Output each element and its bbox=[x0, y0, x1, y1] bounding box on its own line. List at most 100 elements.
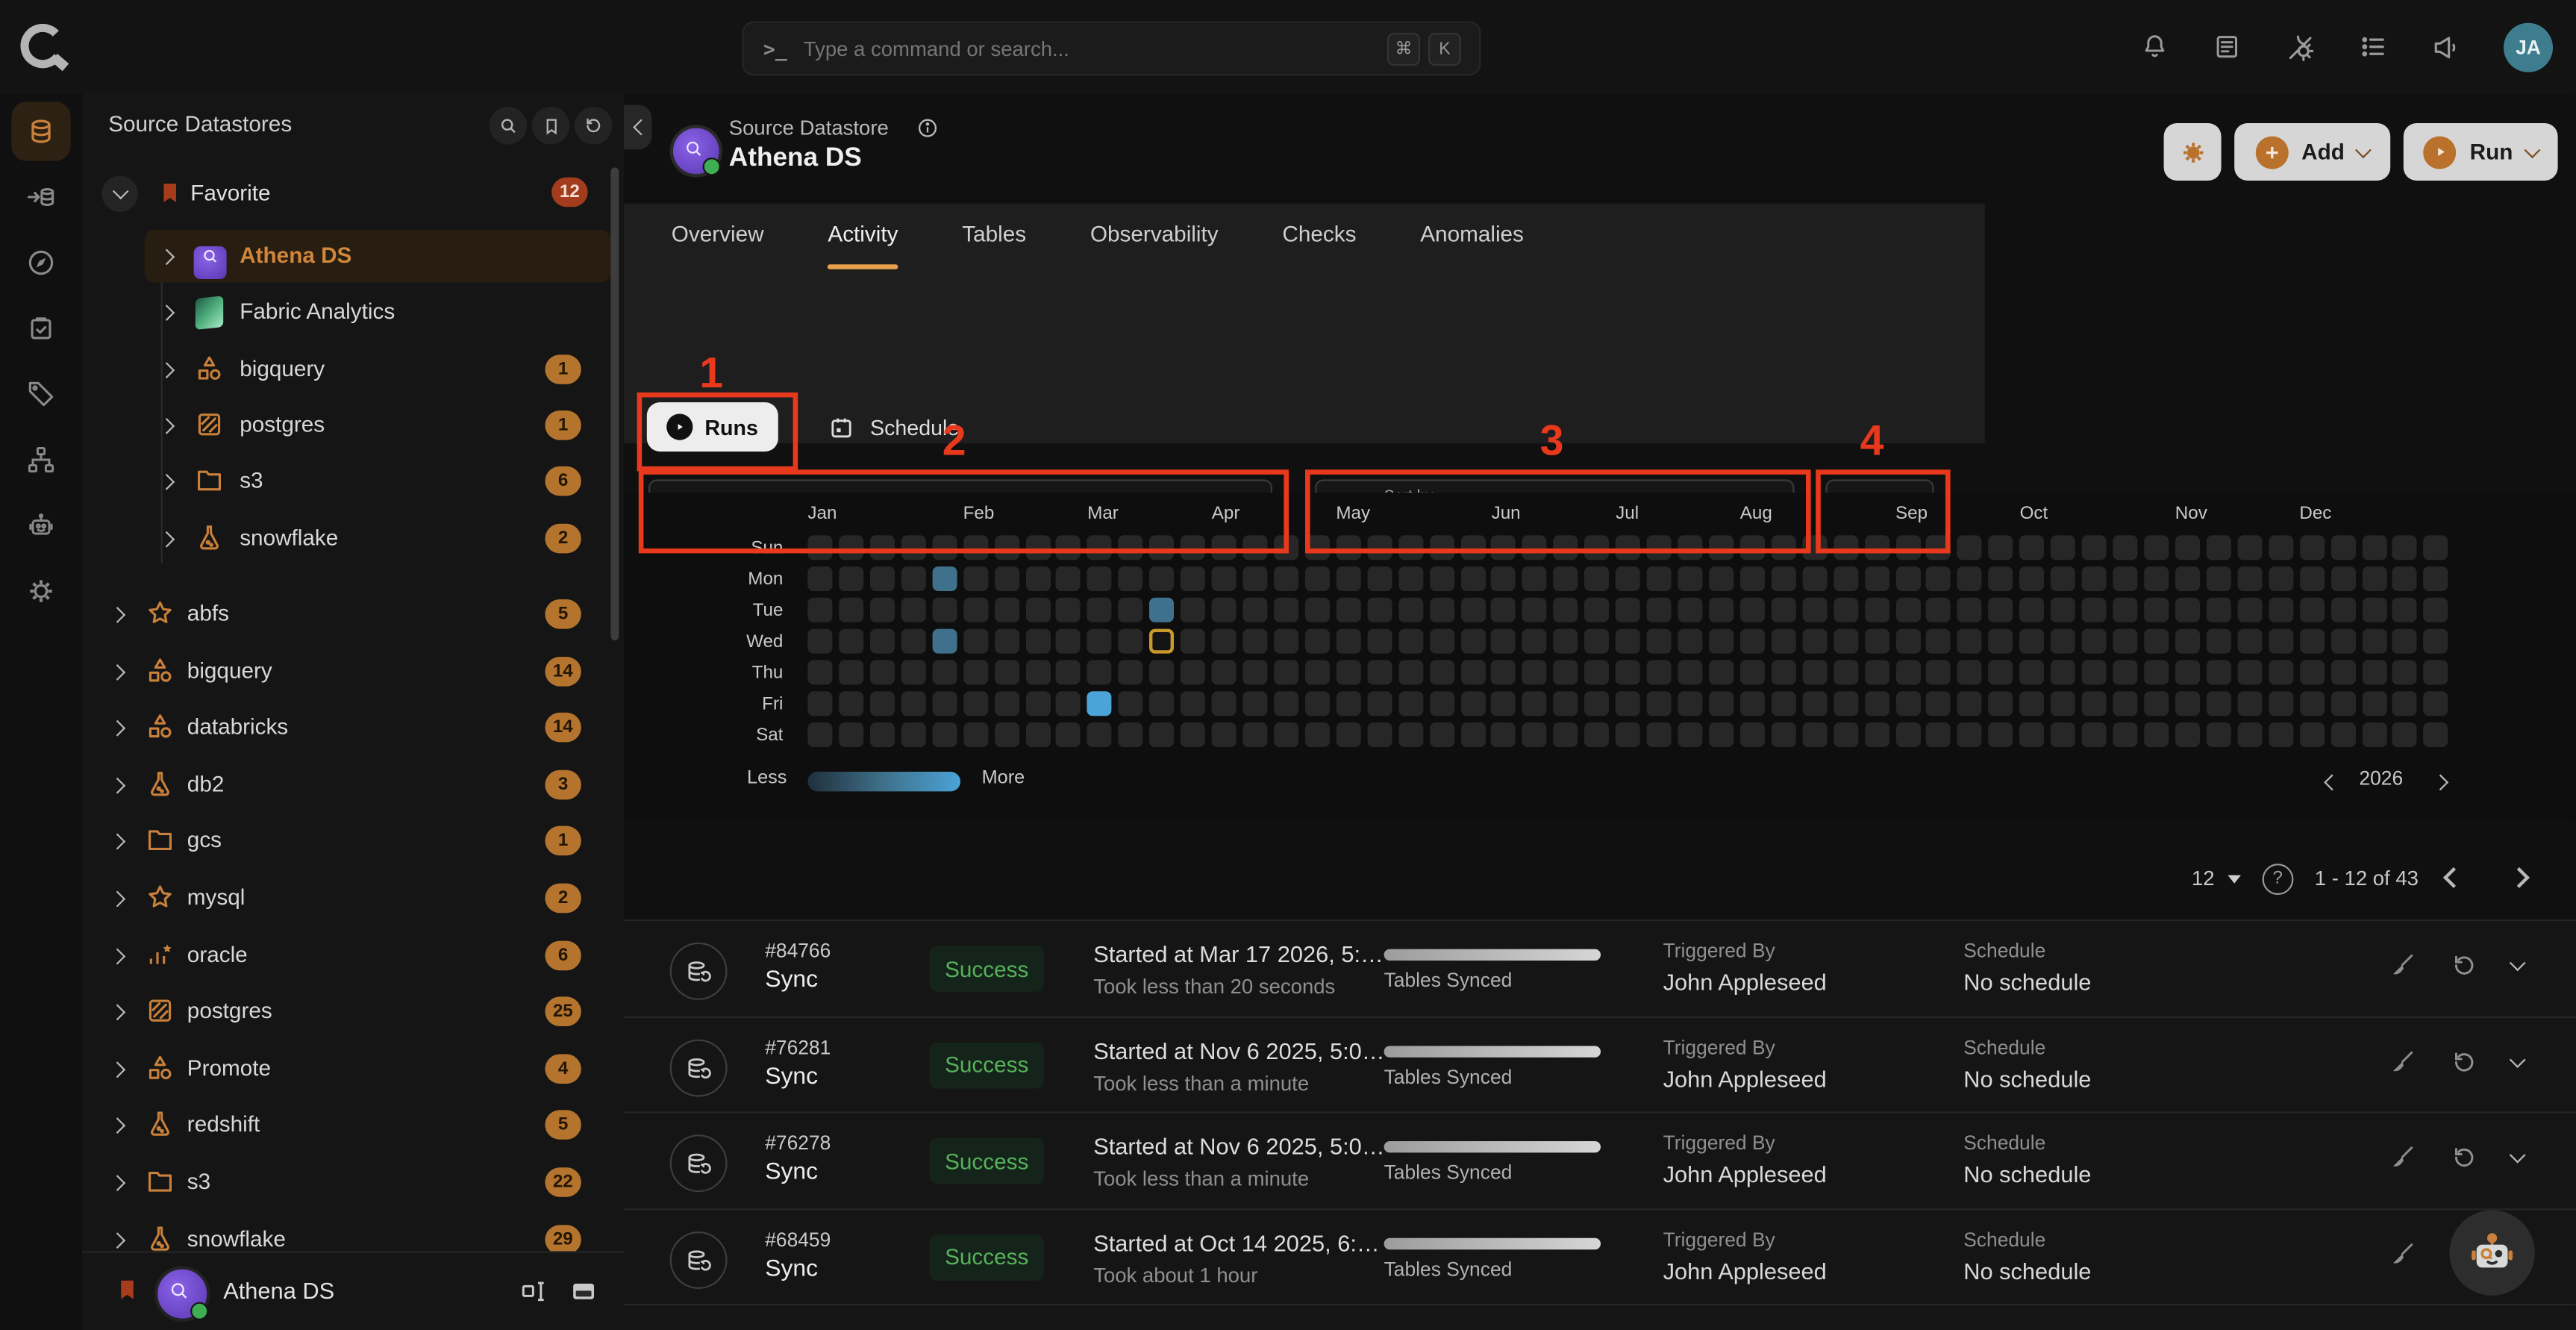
tab-overview[interactable]: Overview bbox=[672, 204, 764, 264]
heatmap-cell[interactable] bbox=[1802, 660, 1827, 684]
heatmap-cell[interactable] bbox=[1927, 722, 1951, 747]
heatmap-cell[interactable] bbox=[1709, 566, 1734, 591]
add-button[interactable]: Add bbox=[2234, 123, 2390, 181]
heatmap-cell[interactable] bbox=[1274, 722, 1298, 747]
heatmap-cell[interactable] bbox=[2051, 566, 2075, 591]
heatmap-cell[interactable] bbox=[1274, 629, 1298, 654]
heatmap-cell[interactable] bbox=[1585, 629, 1610, 654]
heatmap-cell[interactable] bbox=[1367, 660, 1392, 684]
heatmap-cell[interactable] bbox=[2330, 722, 2355, 747]
heatmap-cell[interactable] bbox=[1025, 660, 1050, 684]
heatmap-cell[interactable] bbox=[1864, 598, 1889, 622]
heatmap-cell[interactable] bbox=[1957, 691, 1982, 716]
sidebar-scrollbar[interactable] bbox=[610, 167, 619, 640]
heatmap-cell[interactable] bbox=[2330, 629, 2355, 654]
heatmap-cell[interactable] bbox=[1740, 722, 1765, 747]
heatmap-cell[interactable] bbox=[1989, 566, 2013, 591]
heatmap-cell[interactable] bbox=[2113, 598, 2138, 622]
heatmap-cell[interactable] bbox=[1895, 691, 1920, 716]
heatmap-cell[interactable] bbox=[1336, 691, 1360, 716]
heatmap-cell[interactable] bbox=[1771, 722, 1795, 747]
heatmap-cell[interactable] bbox=[1647, 660, 1672, 684]
heatmap-cell[interactable] bbox=[1460, 691, 1485, 716]
heatmap-cell[interactable] bbox=[1305, 722, 1330, 747]
heatmap-cell[interactable] bbox=[2144, 629, 2169, 654]
heatmap-cell[interactable] bbox=[807, 566, 832, 591]
heatmap-cell[interactable] bbox=[2424, 598, 2448, 622]
heatmap-cell[interactable] bbox=[1025, 629, 1050, 654]
heatmap-cell[interactable] bbox=[2144, 660, 2169, 684]
heatmap-cell[interactable] bbox=[1833, 566, 1858, 591]
sidebar-group-mysql[interactable]: mysql 2 bbox=[82, 872, 624, 924]
heatmap-cell[interactable] bbox=[1927, 660, 1951, 684]
heatmap-cell[interactable] bbox=[2362, 629, 2386, 654]
heatmap-cell[interactable] bbox=[2020, 660, 2045, 684]
heatmap-cell[interactable] bbox=[1492, 598, 1516, 622]
heatmap-cell[interactable] bbox=[1616, 598, 1640, 622]
heatmap-cell[interactable] bbox=[1740, 629, 1765, 654]
heatmap-cell[interactable] bbox=[1181, 691, 1205, 716]
heatmap-cell[interactable] bbox=[1585, 722, 1610, 747]
tab-observability[interactable]: Observability bbox=[1090, 204, 1219, 264]
heatmap-cell[interactable] bbox=[1492, 691, 1516, 716]
heatmap-cell[interactable] bbox=[1119, 660, 1143, 684]
heatmap-cell[interactable] bbox=[1305, 598, 1330, 622]
heatmap-cell[interactable] bbox=[2299, 722, 2324, 747]
heatmap-cell[interactable] bbox=[2020, 598, 2045, 622]
heatmap-cell[interactable] bbox=[807, 660, 832, 684]
heatmap-cell[interactable] bbox=[1087, 629, 1112, 654]
assistant-robot-button[interactable] bbox=[2449, 1210, 2534, 1295]
heatmap-cell[interactable] bbox=[1305, 629, 1330, 654]
heatmap-cell[interactable] bbox=[2424, 660, 2448, 684]
heatmap-cell[interactable] bbox=[2051, 722, 2075, 747]
heatmap-cell[interactable] bbox=[2269, 598, 2293, 622]
heatmap-cell[interactable] bbox=[1181, 722, 1205, 747]
heatmap-cell[interactable] bbox=[2330, 566, 2355, 591]
sidebar-item-s3[interactable]: s3 6 bbox=[82, 455, 624, 507]
heatmap-cell[interactable] bbox=[1398, 660, 1423, 684]
heatmap-cell[interactable] bbox=[1087, 566, 1112, 591]
heatmap-cell[interactable] bbox=[870, 691, 895, 716]
rail-datastores-icon[interactable] bbox=[11, 102, 70, 160]
heatmap-cell[interactable] bbox=[1864, 566, 1889, 591]
heatmap-cell[interactable] bbox=[1802, 629, 1827, 654]
heatmap-cell[interactable] bbox=[870, 598, 895, 622]
heatmap-cell[interactable] bbox=[1864, 629, 1889, 654]
heatmap-cell[interactable] bbox=[994, 691, 1019, 716]
heatmap-cell[interactable] bbox=[1305, 660, 1330, 684]
heatmap-cell[interactable] bbox=[1864, 722, 1889, 747]
heatmap-cell[interactable] bbox=[1833, 691, 1858, 716]
heatmap-cell[interactable] bbox=[1119, 629, 1143, 654]
heatmap-cell[interactable] bbox=[2206, 722, 2230, 747]
heatmap-cell[interactable] bbox=[2082, 691, 2107, 716]
heatmap-cell[interactable] bbox=[2330, 598, 2355, 622]
heatmap-cell[interactable] bbox=[1492, 660, 1516, 684]
sidebar-collapse-button[interactable] bbox=[624, 105, 651, 149]
sidebar-item-bigquery[interactable]: bigquery 1 bbox=[82, 343, 624, 396]
heatmap-cell[interactable] bbox=[1367, 691, 1392, 716]
heatmap-cell[interactable] bbox=[1057, 660, 1081, 684]
heatmap-cell[interactable] bbox=[2269, 629, 2293, 654]
heatmap-cell[interactable] bbox=[1895, 629, 1920, 654]
heatmap-cell[interactable] bbox=[2362, 660, 2386, 684]
heatmap-cell[interactable] bbox=[2144, 535, 2169, 560]
heatmap-cell[interactable] bbox=[1336, 660, 1360, 684]
heatmap-cell[interactable] bbox=[2206, 598, 2230, 622]
heatmap-cell[interactable] bbox=[2392, 535, 2417, 560]
heatmap-cell[interactable] bbox=[2392, 598, 2417, 622]
heatmap-cell[interactable] bbox=[2392, 566, 2417, 591]
heatmap-cell[interactable] bbox=[963, 691, 988, 716]
notifications-bell-icon[interactable] bbox=[2139, 31, 2171, 63]
heatmap-cell[interactable] bbox=[1181, 629, 1205, 654]
heatmap-cell[interactable] bbox=[1927, 598, 1951, 622]
year-next-icon[interactable] bbox=[2435, 770, 2446, 793]
heatmap-cell[interactable] bbox=[1242, 598, 1267, 622]
heatmap-cell[interactable] bbox=[2175, 566, 2200, 591]
sidebar-refresh-icon[interactable] bbox=[575, 107, 613, 145]
theme-toggle-icon[interactable] bbox=[2283, 31, 2316, 63]
schedule-toggle[interactable]: Schedule bbox=[828, 402, 959, 452]
heatmap-cell[interactable] bbox=[901, 566, 925, 591]
heatmap-cell[interactable] bbox=[1087, 722, 1112, 747]
heatmap-cell[interactable] bbox=[1957, 660, 1982, 684]
heatmap-cell[interactable] bbox=[839, 660, 863, 684]
